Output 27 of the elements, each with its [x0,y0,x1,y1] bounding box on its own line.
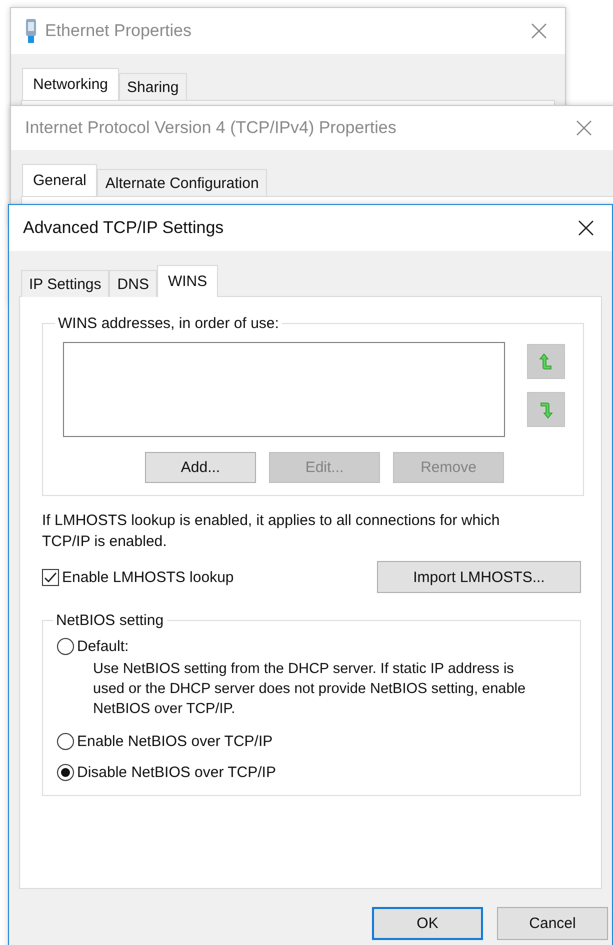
option-description: Use NetBIOS setting from the DHCP server. If static IP address is used or the DHCP server does not provide NetBIOS setting, enable NetBIOS over TCP/IP. [93,660,527,719]
info-text: If LMHOSTS lookup is enabled, it applies to all connections for which TCP/IP is enabled. [42,511,501,552]
close-icon[interactable] [578,220,594,236]
radio-label[interactable]: Enable NetBIOS over TCP/IP [77,733,273,750]
radio-label[interactable]: Disable NetBIOS over TCP/IP [77,764,276,781]
checkbox-label[interactable]: Enable LMHOSTS lookup [62,568,234,586]
import-button[interactable]: Import LMHOSTS... [377,561,581,593]
tab[interactable]: DNS [109,270,157,297]
window-title: Advanced TCP/IP Settings [23,218,225,238]
group-label: WINS addresses, in order of use: [57,315,280,332]
group-label: NetBIOS setting [55,612,165,629]
tab[interactable]: IP Settings [21,270,110,297]
radio-label[interactable]: Default: [77,638,129,655]
window-title: Ethernet Properties [45,21,192,41]
dialog-button[interactable]: Cancel [497,907,608,940]
action-button[interactable]: Add... [145,452,256,483]
tab[interactable]: WINS [156,265,218,297]
checkbox[interactable] [42,568,59,586]
check-icon [44,572,57,582]
radio-button[interactable] [57,733,74,750]
arrow-up-icon [539,352,553,370]
radio-button[interactable] [57,764,74,781]
radio-button[interactable] [57,638,74,655]
dialog-button[interactable]: OK [372,907,483,940]
arrow-down-icon [539,400,553,418]
window-title: Internet Protocol Version 4 (TCP/IPv4) Properties [25,118,398,138]
address-list[interactable] [63,342,505,437]
